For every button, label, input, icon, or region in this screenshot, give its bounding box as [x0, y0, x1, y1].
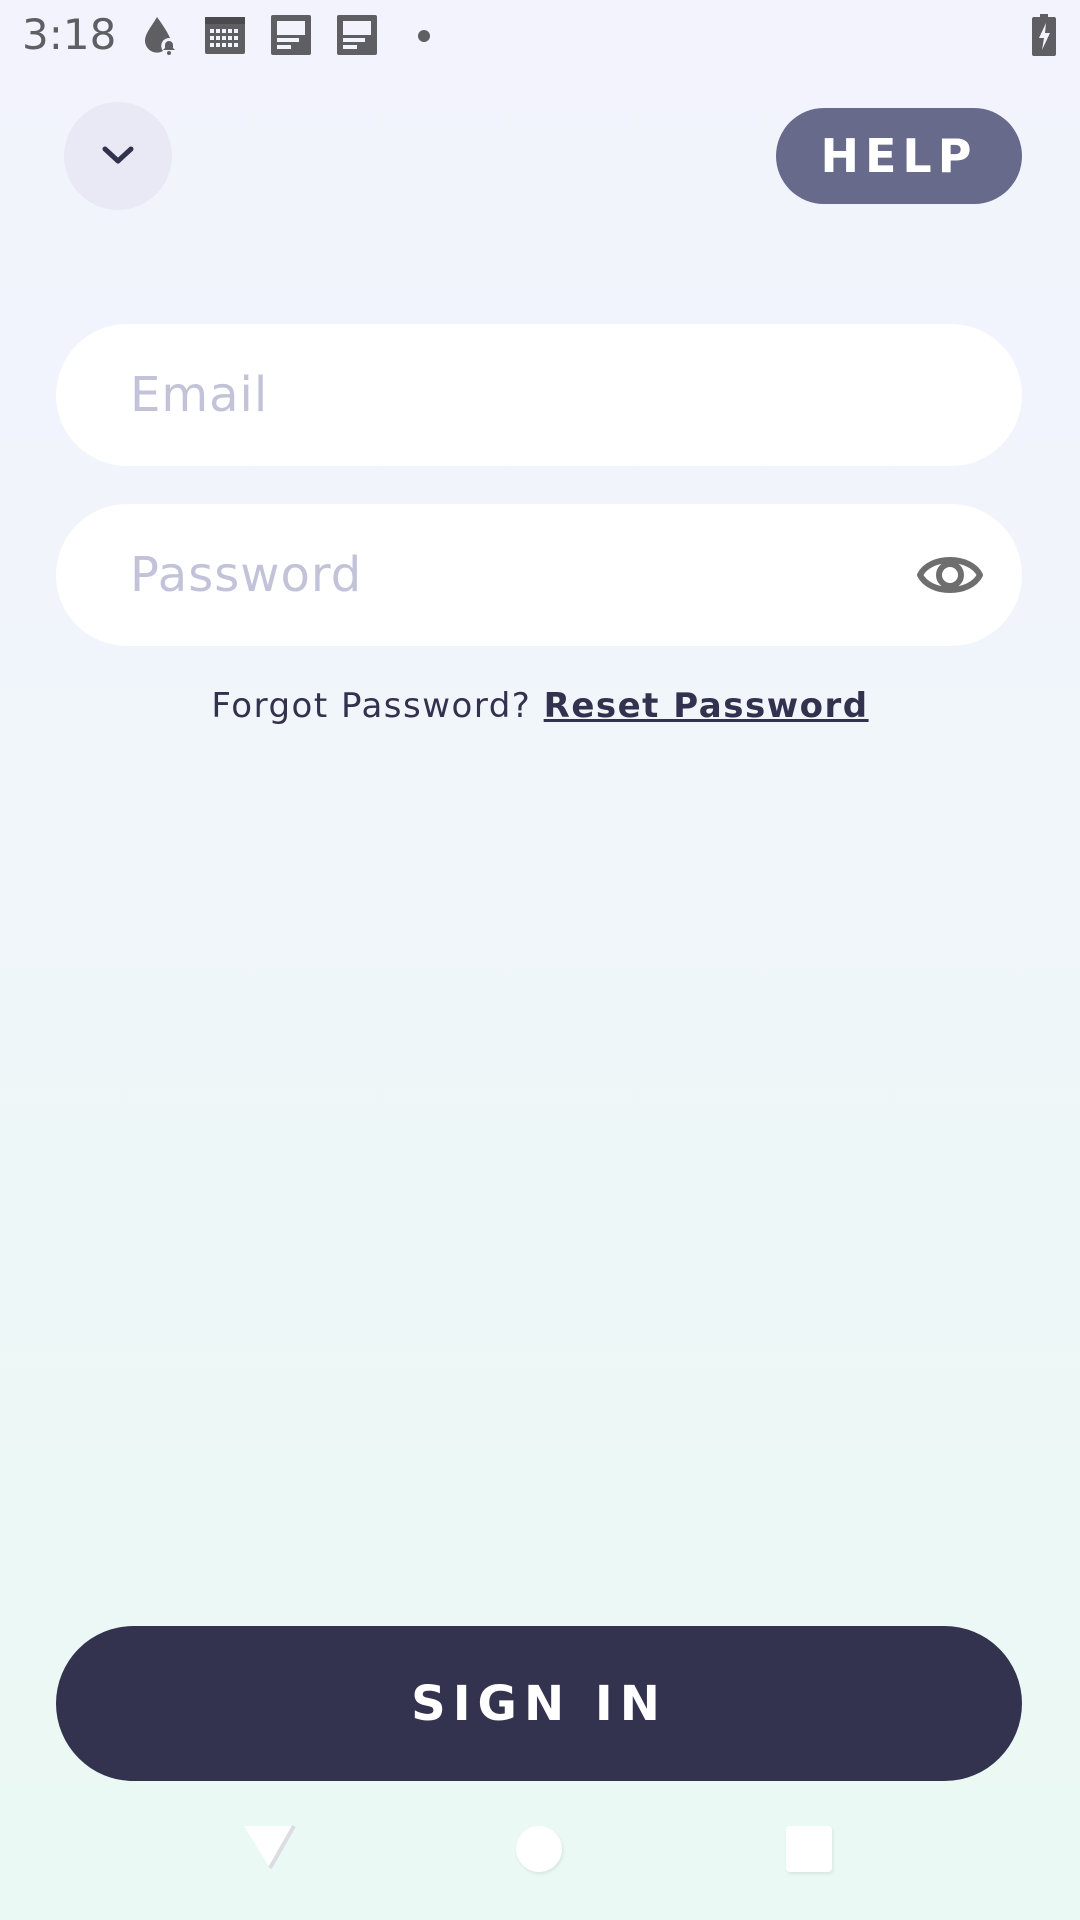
battery-charging-icon	[1032, 14, 1056, 56]
forgot-password-row: Forgot Password? Reset Password	[0, 686, 1080, 726]
help-button[interactable]: HELP	[776, 108, 1022, 204]
password-input[interactable]	[56, 503, 912, 647]
password-visibility-toggle[interactable]	[916, 543, 984, 607]
eye-icon	[917, 557, 983, 593]
email-input[interactable]	[56, 323, 912, 467]
document-icon	[336, 14, 378, 56]
collapse-button[interactable]	[64, 102, 172, 210]
password-field	[56, 503, 1022, 647]
status-time: 3:18	[22, 10, 117, 59]
drop-alert-icon	[138, 14, 180, 56]
home-icon[interactable]	[516, 1826, 562, 1872]
document-icon	[270, 14, 312, 56]
email-field	[56, 323, 1022, 467]
back-icon[interactable]	[240, 1822, 302, 1872]
status-bar: 3:18	[0, 0, 1080, 72]
sign-in-button[interactable]: SIGN IN	[56, 1626, 1022, 1781]
chevron-down-icon	[102, 146, 134, 164]
forgot-password-text: Forgot Password?	[211, 686, 532, 726]
recents-icon[interactable]	[786, 1826, 832, 1872]
calendar-icon	[204, 14, 246, 56]
reset-password-link[interactable]: Reset Password	[544, 686, 869, 726]
dot-icon	[412, 14, 436, 56]
